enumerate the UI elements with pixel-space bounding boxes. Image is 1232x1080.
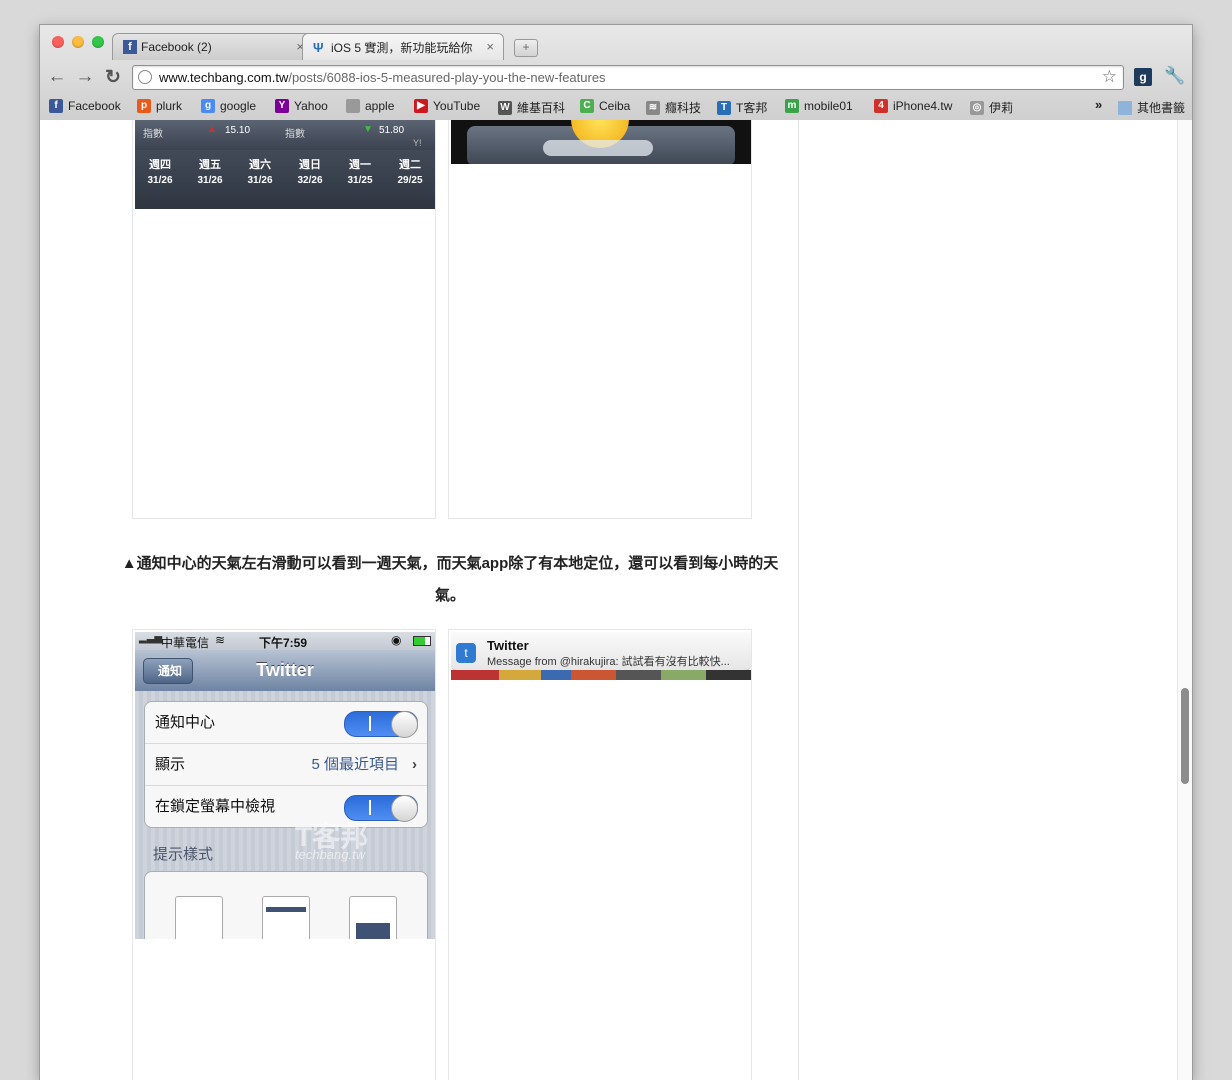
bookmark-star-icon[interactable]: ☆ [1102,67,1117,87]
cloud-icon [543,140,653,156]
minimize-window-button[interactable] [72,36,84,48]
alert-style-panel [144,871,428,939]
techbang-icon: T [717,100,731,115]
apple-icon [346,99,360,113]
bookmark-yahoo[interactable]: Y Yahoo [275,99,328,113]
bookmark-apple[interactable]: apple [346,99,394,113]
column-divider [798,120,799,1080]
rss-icon: ≋ [646,100,660,115]
tab-title: iOS 5 實測，新功能玩給你看 [331,40,473,55]
tab-techbang[interactable]: Ψ iOS 5 實測，新功能玩給你看 × [302,33,504,60]
bookmark-rss[interactable]: ≋ 癮科技 [646,99,701,116]
bookmarks-bar: f Facebook p plurk g google Y Yahoo apple ▶ Y… [40,94,1192,120]
tab-facebook[interactable]: f Facebook (2) × [112,33,314,60]
banner-message: Message from @hirakujira: 試試看有沒有比較快... [487,656,730,668]
toolbar: ← → ↻ www.techbang.com.tw/posts/6088-ios… [40,60,1192,94]
ios-notification-settings-screenshot: ▂▃▅ 中華電信 ≋ 下午7:59 ◉ 通知 Twitter 通知中心 顯示 5… [135,632,435,939]
ios-settings-group: 通知中心 顯示 5 個最近項目 › 在鎖定螢幕中檢視 [144,701,428,828]
bookmark-ceiba[interactable]: C Ceiba [580,99,630,113]
iphone4tw-icon: 4 [874,99,888,113]
folder-icon [1118,100,1132,115]
techbang-icon: Ψ [313,40,324,55]
browser-chrome: f Facebook (2) × Ψ iOS 5 實測，新功能玩給你看 × + … [40,25,1192,121]
ios-nav-title: Twitter [256,660,314,680]
tab-strip: f Facebook (2) × Ψ iOS 5 實測，新功能玩給你看 × + [112,33,538,60]
scrollbar-thumb[interactable] [1181,688,1189,784]
eyny-icon: ◎ [970,100,984,115]
bookmark-youtube[interactable]: ▶ YouTube [414,99,480,113]
page-content: 指數 ▲ 15.10 指數 ▼ 51.80 Y! 週四 31/26 週五 31/26… [40,120,1192,1080]
alert-style-alert[interactable] [349,896,397,939]
ios-row-notification-center[interactable]: 通知中心 [145,702,427,744]
ios-settings-body: 通知中心 顯示 5 個最近項目 › 在鎖定螢幕中檢視 提示樣式 T客邦 tech… [135,691,435,939]
bookmark-mobile01[interactable]: m mobile01 [785,99,853,113]
reload-button[interactable]: ↻ [102,66,124,89]
banner-app-name: Twitter [487,638,529,653]
new-tab-button[interactable]: + [514,39,538,57]
ios-nav-bar: 通知 Twitter [135,650,435,691]
close-tab-icon[interactable]: × [486,39,494,54]
plurk-icon: p [137,99,151,113]
image-frame [448,629,752,1080]
wrench-menu-icon[interactable]: 🔧 [1164,66,1185,86]
alert-style-none[interactable] [175,896,223,939]
back-button[interactable]: ← [46,66,68,88]
alert-style-header: 提示樣式 [153,846,214,863]
bookmark-google[interactable]: g google [201,99,256,113]
bookmark-eyny[interactable]: ◎ 伊莉 [970,99,1013,116]
home-screen-strip [451,670,751,680]
twitter-icon: t [456,643,476,663]
image-caption: ▲通知中心的天氣左右滑動可以看到一週天氣，而天氣app除了有本地定位，還可以看到… [121,555,779,604]
extension-button[interactable]: g [1134,68,1152,86]
bookmark-iphone4tw[interactable]: 4 iPhone4.tw [874,99,952,113]
twitter-banner-screenshot: t Twitter Message from @hirakujira: 試試看有… [451,632,751,680]
address-bar[interactable]: www.techbang.com.tw/posts/6088-ios-5-mea… [132,65,1124,90]
globe-icon [138,70,152,84]
weather-app-screenshot [451,120,751,164]
bookmarks-more-button[interactable]: » [1095,97,1102,112]
mobile01-icon: m [785,99,799,113]
yahoo-icon: Y! [413,138,422,148]
signal-icon: ▂▃▅ [139,633,163,644]
browser-window: f Facebook (2) × Ψ iOS 5 實測，新功能玩給你看 × + … [40,25,1192,1080]
image-frame [448,120,752,519]
bookmark-facebook[interactable]: f Facebook [49,99,121,113]
ios-row-show[interactable]: 顯示 5 個最近項目 › [145,744,427,786]
vertical-scrollbar[interactable] [1177,120,1192,1080]
window-controls [52,36,104,48]
down-arrow-icon: ▼ [363,124,373,135]
facebook-icon: f [49,99,63,113]
wikipedia-icon: W [498,100,512,115]
alert-style-banner[interactable] [262,896,310,939]
yahoo-icon: Y [275,99,289,113]
other-bookmarks-folder[interactable]: 其他書籤 [1118,99,1185,116]
weather-widget-screenshot: 指數 ▲ 15.10 指數 ▼ 51.80 Y! 週四 31/26 週五 31/26… [135,120,435,209]
close-window-button[interactable] [52,36,64,48]
battery-icon [413,636,431,646]
notification-center-switch[interactable] [344,711,418,738]
up-arrow-icon: ▲ [207,124,217,135]
google-icon: g [201,99,215,113]
facebook-icon: f [123,40,137,54]
rotation-lock-icon: ◉ [391,633,402,647]
bookmark-wikipedia[interactable]: W 維基百科 [498,99,565,116]
ceiba-icon: C [580,99,594,113]
wifi-icon: ≋ [215,633,226,647]
bookmark-techbang[interactable]: T T客邦 [717,99,767,116]
show-value: 5 個最近項目 [311,756,399,773]
forward-button[interactable]: → [74,66,96,88]
ios-status-bar: ▂▃▅ 中華電信 ≋ 下午7:59 ◉ [135,632,435,650]
ios-row-lock-screen[interactable]: 在鎖定螢幕中檢視 [145,786,427,827]
youtube-icon: ▶ [414,99,428,113]
url-text[interactable]: www.techbang.com.tw/posts/6088-ios-5-mea… [159,70,606,85]
tab-title: Facebook (2) [141,40,212,54]
bookmark-plurk[interactable]: p plurk [137,99,182,113]
chevron-right-icon: › [412,756,417,773]
zoom-window-button[interactable] [92,36,104,48]
watermark: techbang.tw [295,847,366,862]
